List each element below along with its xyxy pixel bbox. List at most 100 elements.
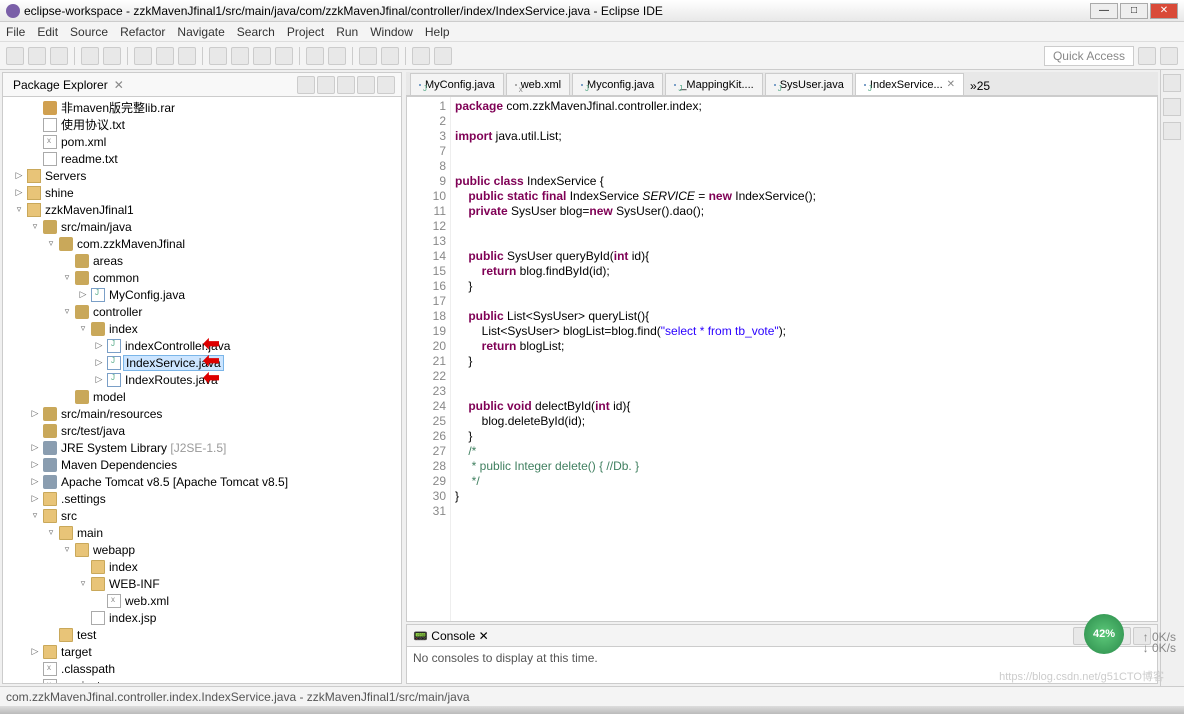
console-tab[interactable]: 📟 Console ✕ bbox=[407, 625, 1157, 647]
tree-node[interactable]: test bbox=[3, 626, 401, 643]
menu-source[interactable]: Source bbox=[70, 25, 108, 39]
save-all-button[interactable] bbox=[50, 47, 68, 65]
step-over-button[interactable] bbox=[253, 47, 271, 65]
menu-help[interactable]: Help bbox=[425, 25, 450, 39]
step-button[interactable] bbox=[209, 47, 227, 65]
code-editor[interactable]: 1237891011121314151617181920212223242526… bbox=[406, 96, 1158, 622]
menu-project[interactable]: Project bbox=[287, 25, 324, 39]
tree-node[interactable]: .project bbox=[3, 677, 401, 683]
step-into-button[interactable] bbox=[231, 47, 249, 65]
tree-node[interactable]: ▿webapp bbox=[3, 541, 401, 558]
pkg-icon bbox=[75, 271, 89, 285]
tree-node[interactable]: ▿src/main/java bbox=[3, 218, 401, 235]
menu-refactor[interactable]: Refactor bbox=[120, 25, 165, 39]
new-button[interactable] bbox=[6, 47, 24, 65]
close-view-icon[interactable]: ✕ bbox=[114, 78, 124, 92]
quick-access-input[interactable]: Quick Access bbox=[1044, 46, 1134, 66]
tree-node[interactable]: ▷IndexRoutes.java bbox=[3, 371, 401, 388]
right-toolbar bbox=[1160, 70, 1184, 686]
link-editor-button[interactable] bbox=[317, 76, 335, 94]
tree-node[interactable]: ▿src bbox=[3, 507, 401, 524]
outline-button[interactable] bbox=[1163, 74, 1181, 92]
java-icon bbox=[107, 356, 121, 370]
tree-node[interactable]: pom.xml bbox=[3, 133, 401, 150]
new-class-button[interactable] bbox=[306, 47, 324, 65]
maximize-button[interactable]: □ bbox=[1120, 3, 1148, 19]
menu-run[interactable]: Run bbox=[336, 25, 358, 39]
editor-tab[interactable]: _MappingKit.... bbox=[665, 73, 762, 95]
editor-area: MyConfig.javaweb.xmlMyconfig.java_Mappin… bbox=[406, 72, 1158, 684]
tree-node[interactable]: ▿com.zzkMavenJfinal bbox=[3, 235, 401, 252]
tree-node[interactable]: ▷MyConfig.java bbox=[3, 286, 401, 303]
tree-node[interactable]: ▿zzkMavenJfinal1 bbox=[3, 201, 401, 218]
tree-node[interactable]: web.xml bbox=[3, 592, 401, 609]
new-pkg-button[interactable] bbox=[328, 47, 346, 65]
editor-tab[interactable]: SysUser.java bbox=[765, 73, 853, 95]
run-button[interactable] bbox=[156, 47, 174, 65]
step-return-button[interactable] bbox=[275, 47, 293, 65]
txt-icon bbox=[43, 118, 57, 132]
pkg-icon bbox=[43, 407, 57, 421]
save-button[interactable] bbox=[28, 47, 46, 65]
task-list-button[interactable] bbox=[1163, 98, 1181, 116]
menu-edit[interactable]: Edit bbox=[37, 25, 58, 39]
cheat-sheet-button[interactable] bbox=[1163, 122, 1181, 140]
toggle-button[interactable] bbox=[81, 47, 99, 65]
tree-node[interactable]: src/test/java bbox=[3, 422, 401, 439]
tree-node[interactable]: ▷Servers bbox=[3, 167, 401, 184]
nav-back-button[interactable] bbox=[412, 47, 430, 65]
tree-node[interactable]: ▿WEB-INF bbox=[3, 575, 401, 592]
tree-node[interactable]: ▿controller bbox=[3, 303, 401, 320]
tree-node[interactable]: ▷Apache Tomcat v8.5 [Apache Tomcat v8.5] bbox=[3, 473, 401, 490]
menu-navigate[interactable]: Navigate bbox=[177, 25, 224, 39]
open-type-button[interactable] bbox=[381, 47, 399, 65]
tree-node[interactable]: ▿index bbox=[3, 320, 401, 337]
menu-file[interactable]: File bbox=[6, 25, 25, 39]
nav-fwd-button[interactable] bbox=[434, 47, 452, 65]
tree-node[interactable]: readme.txt bbox=[3, 150, 401, 167]
search-button[interactable] bbox=[359, 47, 377, 65]
build-button[interactable] bbox=[103, 47, 121, 65]
tree-node[interactable]: ▿common bbox=[3, 269, 401, 286]
perspective-java-button[interactable] bbox=[1138, 47, 1156, 65]
tree-node[interactable]: ▷target bbox=[3, 643, 401, 660]
editor-tabs: MyConfig.javaweb.xmlMyconfig.java_Mappin… bbox=[406, 72, 1158, 96]
tree-node[interactable]: index.jsp bbox=[3, 609, 401, 626]
close-button[interactable]: ✕ bbox=[1150, 3, 1178, 19]
editor-tab[interactable]: Myconfig.java bbox=[572, 73, 663, 95]
tree-node[interactable]: ▷IndexService.java bbox=[3, 354, 401, 371]
tree-node[interactable]: 使用协议.txt bbox=[3, 116, 401, 133]
tree-node[interactable]: areas bbox=[3, 252, 401, 269]
coverage-button[interactable] bbox=[178, 47, 196, 65]
tree-node[interactable]: model bbox=[3, 388, 401, 405]
tree-node[interactable]: ▷src/main/resources bbox=[3, 405, 401, 422]
tree-node[interactable]: ▷JRE System Library [J2SE-1.5] bbox=[3, 439, 401, 456]
tree-node[interactable]: ▿main bbox=[3, 524, 401, 541]
tree-node[interactable]: ▷indexController.java bbox=[3, 337, 401, 354]
tree-node[interactable]: index bbox=[3, 558, 401, 575]
tab-overflow-button[interactable]: »25 bbox=[966, 77, 994, 95]
net-monitor: ↑ 0K/s↓ 0K/s bbox=[1143, 632, 1176, 654]
perspective-debug-button[interactable] bbox=[1160, 47, 1178, 65]
debug-button[interactable] bbox=[134, 47, 152, 65]
package-explorer-tab[interactable]: Package Explorer ✕ bbox=[3, 73, 401, 97]
source-text[interactable]: package com.zzkMavenJfinal.controller.in… bbox=[451, 97, 1157, 621]
package-tree[interactable]: 非maven版完整lib.rar使用协议.txtpom.xmlreadme.tx… bbox=[3, 97, 401, 683]
minimize-button[interactable]: — bbox=[1090, 3, 1118, 19]
txt-icon bbox=[43, 152, 57, 166]
tree-node[interactable]: .classpath bbox=[3, 660, 401, 677]
close-tab-icon[interactable]: ✕ bbox=[947, 79, 955, 90]
editor-tab[interactable]: IndexService... ✕ bbox=[855, 73, 964, 95]
tree-node[interactable]: ▷shine bbox=[3, 184, 401, 201]
collapse-all-button[interactable] bbox=[297, 76, 315, 94]
editor-tab[interactable]: web.xml bbox=[506, 73, 570, 95]
maximize-view-button[interactable] bbox=[377, 76, 395, 94]
view-menu-button[interactable] bbox=[337, 76, 355, 94]
tree-node[interactable]: ▷.settings bbox=[3, 490, 401, 507]
editor-tab[interactable]: MyConfig.java bbox=[410, 73, 504, 95]
tree-node[interactable]: ▷Maven Dependencies bbox=[3, 456, 401, 473]
menu-search[interactable]: Search bbox=[237, 25, 275, 39]
menu-window[interactable]: Window bbox=[370, 25, 413, 39]
tree-node[interactable]: 非maven版完整lib.rar bbox=[3, 99, 401, 116]
minimize-view-button[interactable] bbox=[357, 76, 375, 94]
